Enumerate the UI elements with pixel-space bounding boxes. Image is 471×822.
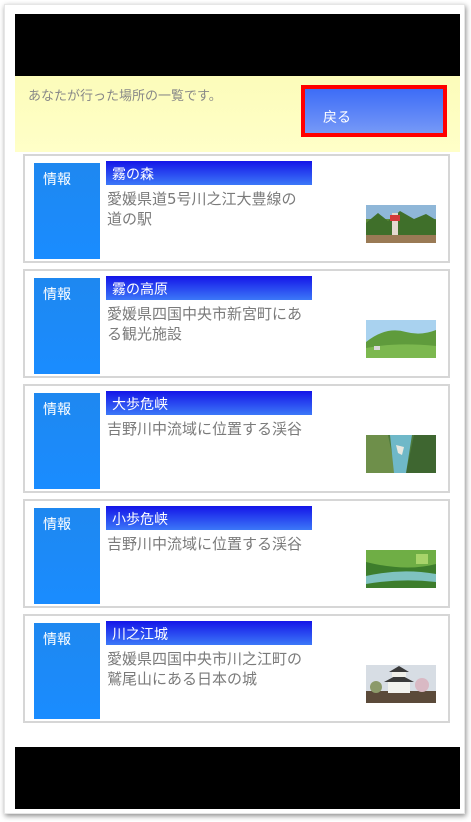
place-title: 小歩危峡	[106, 506, 312, 530]
top-bar	[15, 14, 460, 76]
bottom-bar	[15, 747, 460, 809]
info-button-label: 情報	[43, 517, 71, 533]
info-button-label: 情報	[43, 287, 71, 303]
place-title: 大歩危峡	[106, 391, 312, 415]
place-description: 愛媛県四国中央市川之江町の鷲尾山にある日本の城	[107, 650, 303, 688]
castle-photo	[366, 665, 436, 703]
list-item: 情報 霧の森 愛媛県道5号川之江大豊線の道の駅	[23, 154, 450, 263]
list-item: 情報 霧の高原 愛媛県四国中央市新宮町にある観光施設	[23, 269, 450, 378]
info-button[interactable]: 情報	[34, 163, 100, 259]
place-description: 吉野川中流域に位置する渓谷	[107, 535, 303, 553]
device-frame: あなたが行った場所の一覧です。 戻る 情報 霧の森 愛媛県道5号川之江大豊線の道…	[4, 4, 465, 814]
highland-photo	[366, 320, 436, 358]
place-title: 霧の高原	[106, 276, 312, 300]
back-button[interactable]: 戻る	[301, 85, 447, 137]
header-message: あなたが行った場所の一覧です。	[28, 89, 222, 104]
info-button-label: 情報	[43, 172, 71, 188]
gorge-green-photo	[366, 550, 436, 588]
header: あなたが行った場所の一覧です。 戻る	[15, 76, 460, 152]
place-title-text: 川之江城	[112, 627, 168, 643]
list-item: 情報 川之江城 愛媛県四国中央市川之江町の鷲尾山にある日本の城	[23, 614, 450, 723]
list-item: 情報 小歩危峡 吉野川中流域に位置する渓谷	[23, 499, 450, 608]
place-description: 吉野川中流域に位置する渓谷	[107, 420, 303, 438]
gorge-photo	[366, 435, 436, 473]
place-title-text: 小歩危峡	[112, 512, 168, 528]
place-title: 川之江城	[106, 621, 312, 645]
place-title-text: 霧の高原	[112, 282, 168, 298]
info-button-label: 情報	[43, 402, 71, 418]
place-description: 愛媛県四国中央市新宮町にある観光施設	[107, 305, 303, 343]
place-title-text: 大歩危峡	[112, 397, 168, 413]
place-description: 愛媛県道5号川之江大豊線の道の駅	[107, 190, 297, 228]
back-button-label: 戻る	[323, 110, 351, 126]
forest-photo	[366, 205, 436, 243]
info-button[interactable]: 情報	[34, 508, 100, 604]
list-item: 情報 大歩危峡 吉野川中流域に位置する渓谷	[23, 384, 450, 493]
place-title-text: 霧の森	[112, 167, 154, 183]
info-button[interactable]: 情報	[34, 623, 100, 719]
info-button-label: 情報	[43, 632, 71, 648]
place-title: 霧の森	[106, 161, 312, 185]
info-button[interactable]: 情報	[34, 278, 100, 374]
info-button[interactable]: 情報	[34, 393, 100, 489]
places-list: 情報 霧の森 愛媛県道5号川之江大豊線の道の駅 情報 霧の高原 愛媛県四国中央市…	[15, 152, 460, 747]
